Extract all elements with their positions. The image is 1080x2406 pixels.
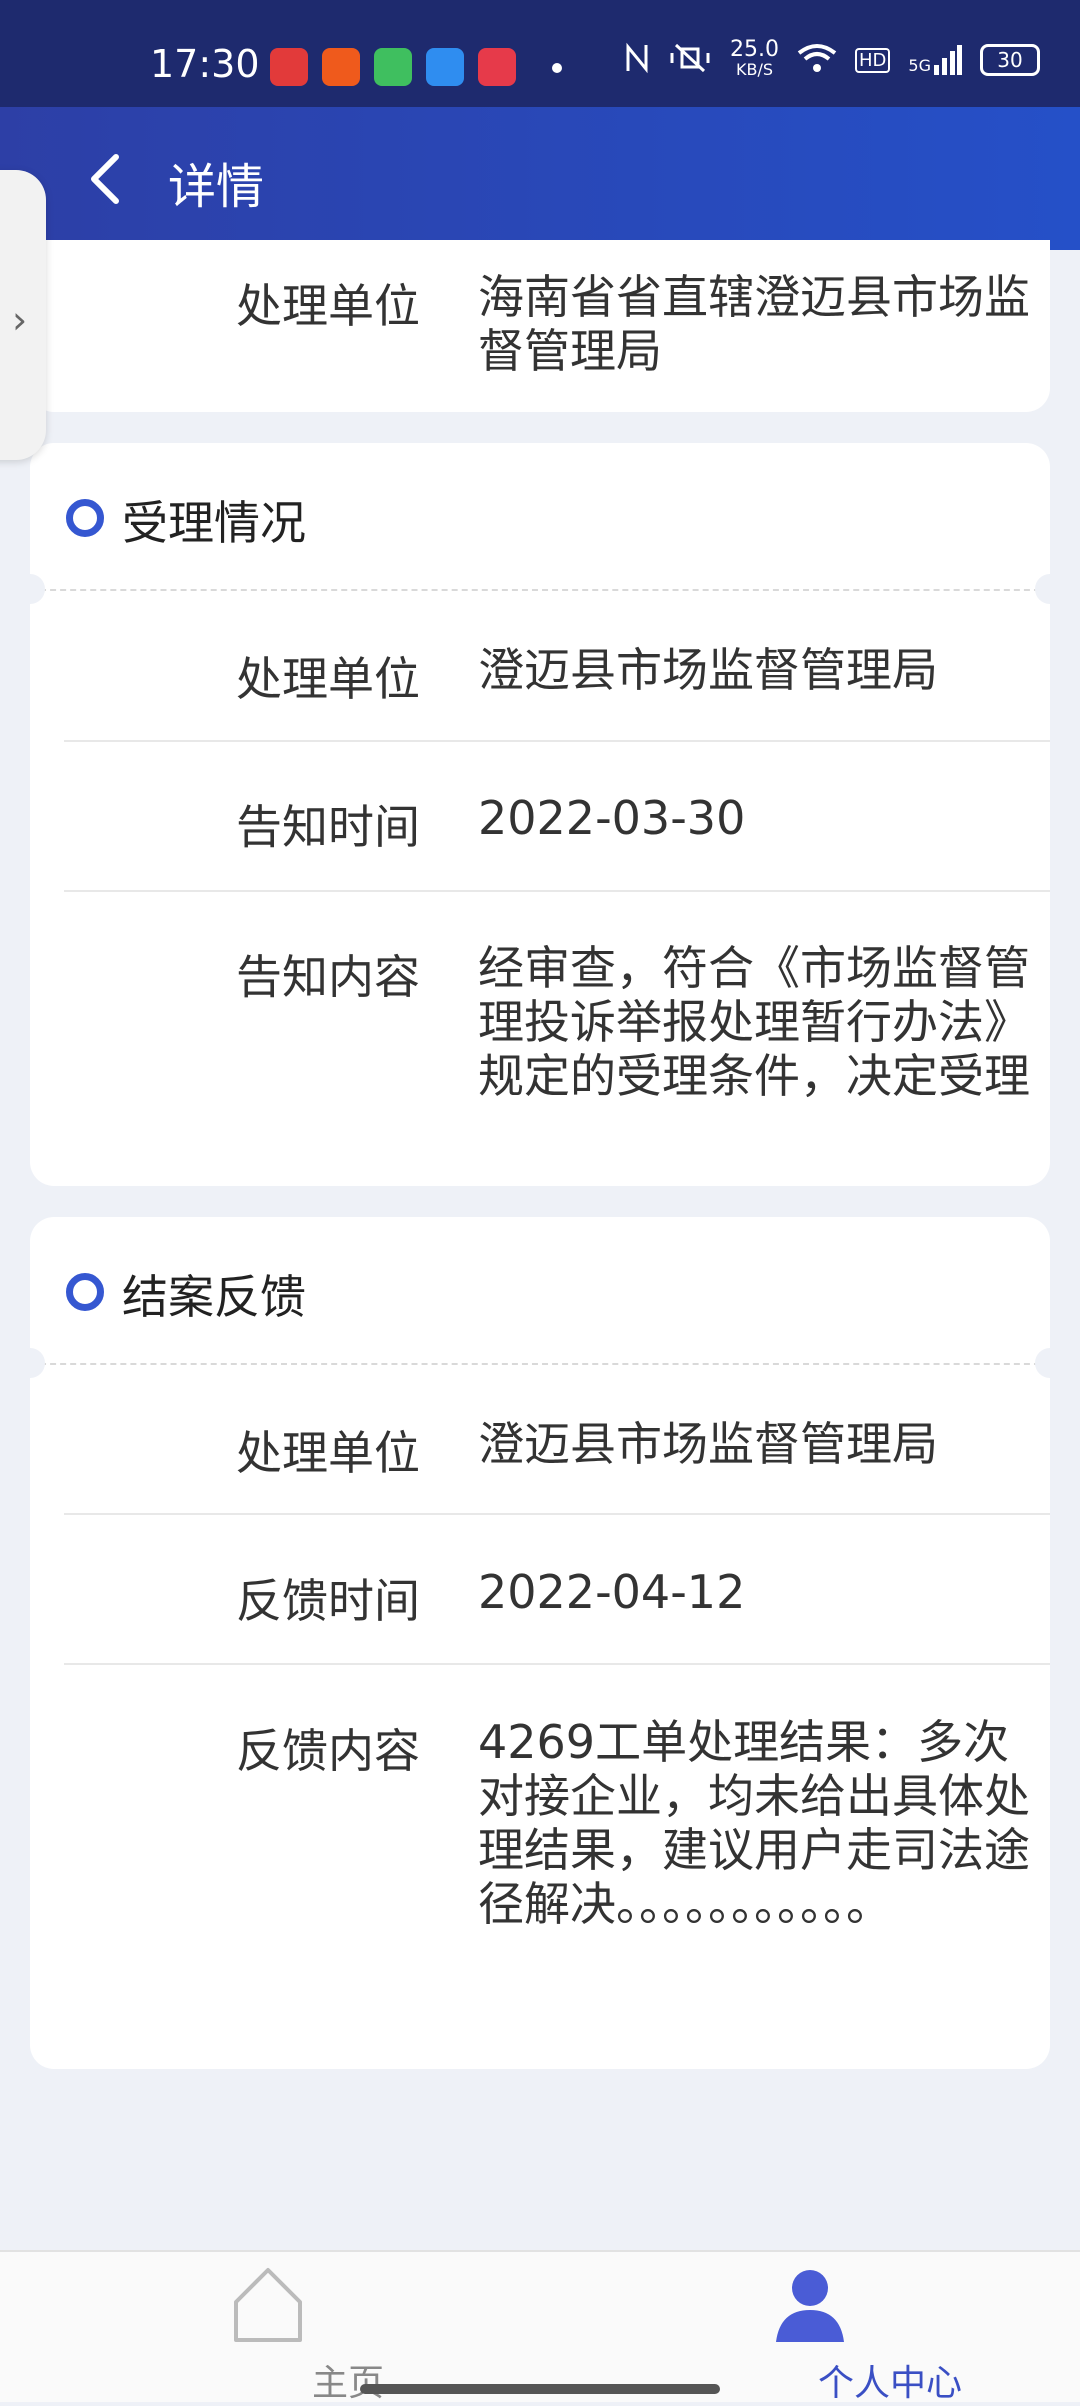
status-bar: 17:30 25.0 KB/S HD 5G 30: [0, 0, 1080, 107]
browser-app-icon: [426, 48, 464, 86]
row-label: 处理单位: [236, 652, 420, 706]
notch-right: [1035, 1348, 1065, 1378]
section-header: 结案反馈: [30, 1217, 1050, 1363]
row-value: 经审查，符合《市场监督管理投诉举报处理暂行办法》规定的受理条件，决定受理: [478, 941, 1030, 1103]
video-app-icon: [374, 48, 412, 86]
tab-home[interactable]: 主页: [188, 2252, 384, 2404]
row-value: 2022-04-12: [478, 1565, 746, 1619]
back-arrow-icon[interactable]: [78, 149, 138, 209]
signal-label: 5G: [908, 56, 931, 75]
notch-left: [15, 1348, 45, 1378]
row-label: 告知时间: [236, 800, 420, 854]
acceptance-section: 受理情况 处理单位 澄迈县市场监督管理局 告知时间 2022-03-30 告知内…: [15, 443, 1065, 1186]
notification-icons: [270, 48, 516, 86]
signal-icon: 5G: [908, 45, 962, 75]
section-dot-icon: [66, 1273, 104, 1311]
section-title: 结案反馈: [122, 1270, 306, 1324]
toutiao-app-icon: [270, 48, 308, 86]
nfc-icon: [624, 41, 650, 80]
handling-unit-card: 处理单位 海南省省直辖澄迈县市场监督管理局: [30, 240, 1050, 412]
net-speed: 25.0 KB/S: [730, 37, 780, 80]
status-indicators: 25.0 KB/S HD 5G 30: [624, 37, 1040, 80]
notch-right: [1035, 574, 1065, 604]
row-label: 处理单位: [236, 1426, 420, 1480]
section-title: 受理情况: [122, 496, 306, 550]
row-value: 澄迈县市场监督管理局: [478, 1417, 938, 1471]
tab-personal-center-label: 个人中心: [817, 2363, 962, 2404]
hd-badge: HD: [855, 47, 891, 73]
play-app-icon: [478, 48, 516, 86]
dashed-divider: [30, 1363, 1050, 1365]
row-value: 澄迈县市场监督管理局: [478, 643, 938, 697]
wifi-icon: [797, 43, 837, 78]
app-header: 详情: [0, 107, 1080, 250]
status-time: 17:30: [150, 42, 260, 86]
page-title: 详情: [168, 159, 265, 215]
home-icon: [230, 2266, 306, 2348]
mute-vibrate-icon: [668, 41, 712, 80]
dashed-divider: [30, 589, 1050, 591]
row-value: 4269工单处理结果：多次对接企业，均未给出具体处理结果，建议用户走司法途径解决…: [478, 1715, 1030, 1931]
section-dot-icon: [66, 499, 104, 537]
side-drawer-handle[interactable]: ›: [0, 170, 46, 460]
row-label: 反馈内容: [236, 1724, 420, 1778]
battery-icon: 30: [980, 44, 1040, 76]
row-label: 告知内容: [236, 950, 420, 1004]
section-header: 受理情况: [30, 443, 1050, 589]
closure-feedback-section: 结案反馈 处理单位 澄迈县市场监督管理局 反馈时间 2022-04-12 反馈内…: [15, 1217, 1065, 2069]
row-value: 2022-03-30: [478, 791, 746, 845]
row-divider: [64, 890, 1050, 892]
net-speed-unit: KB/S: [736, 60, 774, 79]
bottom-tab-bar: 主页 个人中心: [0, 2250, 1080, 2404]
row-divider: [64, 740, 1050, 742]
row-divider: [64, 1513, 1050, 1515]
notch-left: [15, 574, 45, 604]
notification-dot-icon: [552, 63, 562, 73]
tab-home-label: 主页: [311, 2363, 384, 2404]
row-divider: [64, 1663, 1050, 1665]
gesture-bar[interactable]: [360, 2384, 720, 2394]
chevron-right-icon: ›: [12, 298, 28, 342]
taobao-app-icon: [322, 48, 360, 86]
user-icon: [772, 2266, 848, 2348]
row-label: 反馈时间: [236, 1574, 420, 1628]
row-value: 海南省省直辖澄迈县市场监督管理局: [478, 270, 1030, 378]
row-label: 处理单位: [236, 279, 420, 333]
tab-personal-center[interactable]: 个人中心: [730, 2252, 962, 2404]
net-speed-value: 25.0: [730, 37, 780, 62]
